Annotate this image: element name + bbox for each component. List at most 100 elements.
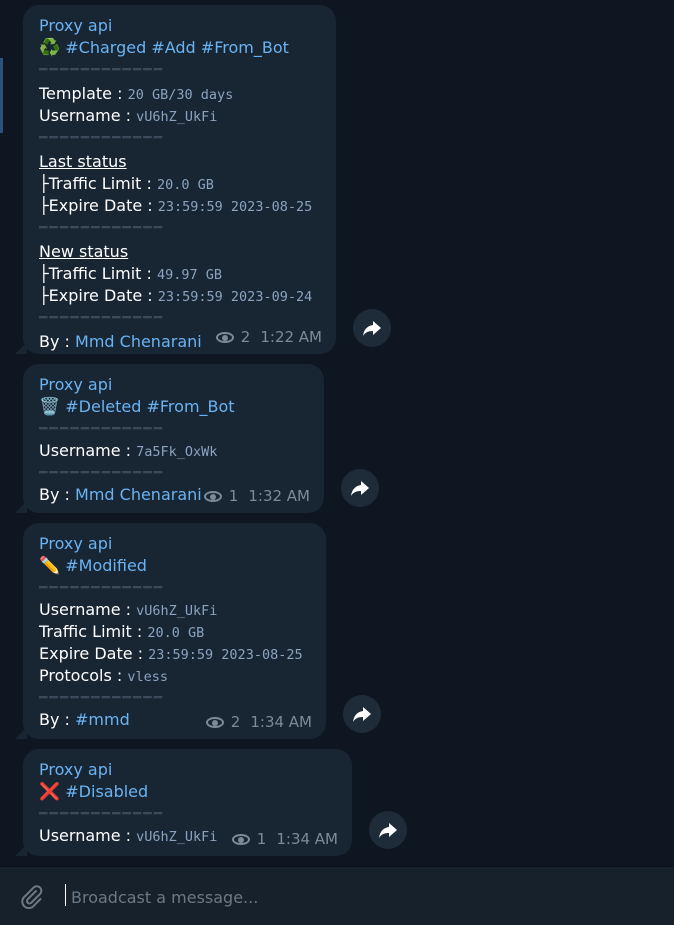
forward-button[interactable]	[353, 309, 391, 347]
separator: ━━━━━━━━━━━━	[39, 62, 165, 78]
last-status-heading: Last status	[39, 152, 127, 171]
message-bubble[interactable]: Proxy api ❌ #Disabled ━━━━━━━━━━━━ Usern…	[15, 749, 352, 856]
eye-icon	[231, 833, 250, 845]
new-expire-row: ├Expire Date : 23:59:59 2023-09-24	[39, 285, 320, 307]
forward-arrow-icon	[353, 707, 371, 722]
sender-name[interactable]: Proxy api	[39, 374, 308, 396]
new-traffic-row: ├Traffic Limit : 49.97 GB	[39, 263, 320, 285]
expire-value[interactable]: 23:59:59 2023-08-25	[148, 647, 302, 663]
new-traffic-value[interactable]: 49.97 GB	[157, 267, 222, 283]
last-traffic-value[interactable]: 20.0 GB	[157, 177, 214, 193]
last-expire-label: ├Expire Date :	[39, 196, 153, 215]
forward-button[interactable]	[369, 811, 407, 849]
message-time: 1:34 AM	[250, 713, 312, 731]
template-value[interactable]: 20 GB/30 days	[128, 87, 234, 103]
last-expire-row: ├Expire Date : 23:59:59 2023-08-25	[39, 195, 320, 217]
new-status-heading: New status	[39, 242, 129, 261]
username-value[interactable]: 7a5Fk_OxWk	[136, 444, 217, 460]
by-label: By :	[39, 332, 70, 351]
last-traffic-row: ├Traffic Limit : 20.0 GB	[39, 173, 320, 195]
expire-label: Expire Date :	[39, 644, 144, 663]
eye-icon	[215, 331, 234, 343]
username-label: Username :	[39, 106, 132, 125]
username-value[interactable]: vU6hZ_UkFi	[136, 829, 217, 845]
separator: ━━━━━━━━━━━━	[39, 130, 165, 146]
message-title: ✏️ #Modified	[39, 555, 310, 577]
hashtag-links[interactable]: #Disabled	[65, 782, 148, 801]
author-link[interactable]: Mmd Chenarani	[75, 332, 202, 351]
template-label: Template :	[39, 84, 123, 103]
cross-mark-icon: ❌	[39, 782, 61, 802]
view-count: 2	[230, 713, 241, 731]
separator: ━━━━━━━━━━━━	[39, 580, 165, 596]
broadcast-message-input[interactable]	[69, 881, 633, 913]
username-value[interactable]: vU6hZ_UkFi	[136, 109, 217, 125]
message-time: 1:34 AM	[276, 830, 338, 848]
sender-name[interactable]: Proxy api	[39, 533, 310, 555]
message-bubble[interactable]: Proxy api ♻️ #Charged #Add #From_Bot ━━━…	[15, 5, 336, 354]
message-title: ♻️ #Charged #Add #From_Bot	[39, 37, 320, 59]
message-bubble[interactable]: Proxy api ✏️ #Modified ━━━━━━━━━━━━ User…	[15, 523, 326, 739]
template-row: Template : 20 GB/30 days	[39, 83, 320, 105]
traffic-label: Traffic Limit :	[39, 622, 143, 641]
scroll-indicator	[0, 58, 3, 133]
text-caret	[65, 884, 66, 906]
protocols-row: Protocols : vless	[39, 665, 310, 687]
eye-icon	[205, 716, 224, 728]
message-bubble[interactable]: Proxy api 🗑️ #Deleted #From_Bot ━━━━━━━━…	[15, 364, 324, 513]
forward-button[interactable]	[341, 469, 379, 507]
message-time: 1:32 AM	[248, 487, 310, 505]
hashtag-links[interactable]: #Modified	[65, 556, 147, 575]
username-label: Username :	[39, 441, 132, 460]
recycle-icon: ♻️	[39, 38, 61, 58]
forward-arrow-icon	[379, 823, 397, 838]
protocols-label: Protocols :	[39, 666, 123, 685]
paperclip-icon[interactable]	[18, 883, 46, 911]
username-value[interactable]: vU6hZ_UkFi	[136, 603, 217, 619]
author-hashtag[interactable]: #mmd	[75, 710, 130, 729]
by-label: By :	[39, 710, 70, 729]
eye-icon	[203, 490, 222, 502]
message-meta: 2 1:22 AM	[215, 328, 322, 346]
separator: ━━━━━━━━━━━━	[39, 806, 165, 822]
new-expire-value[interactable]: 23:59:59 2023-09-24	[158, 289, 312, 305]
username-label: Username :	[39, 600, 132, 619]
message-meta: 2 1:34 AM	[205, 713, 312, 731]
separator: ━━━━━━━━━━━━	[39, 690, 165, 706]
message-title: ❌ #Disabled	[39, 781, 336, 803]
separator: ━━━━━━━━━━━━	[39, 220, 165, 236]
message-meta: 1 1:34 AM	[231, 830, 338, 848]
separator: ━━━━━━━━━━━━	[39, 465, 165, 481]
hashtag-links[interactable]: #Charged #Add #From_Bot	[65, 38, 289, 57]
traffic-row: Traffic Limit : 20.0 GB	[39, 621, 310, 643]
message-time: 1:22 AM	[260, 328, 322, 346]
message-list[interactable]: Proxy api ♻️ #Charged #Add #From_Bot ━━━…	[0, 0, 674, 866]
view-count: 2	[240, 328, 251, 346]
protocols-value[interactable]: vless	[127, 669, 168, 685]
pencil-icon: ✏️	[39, 556, 61, 576]
forward-arrow-icon	[363, 321, 381, 336]
view-count: 1	[256, 830, 267, 848]
separator: ━━━━━━━━━━━━	[39, 310, 165, 326]
forward-arrow-icon	[351, 481, 369, 496]
hashtag-links[interactable]: #Deleted #From_Bot	[65, 397, 234, 416]
expire-row: Expire Date : 23:59:59 2023-08-25	[39, 643, 310, 665]
author-link[interactable]: Mmd Chenarani	[75, 485, 202, 504]
bubble-tail	[15, 727, 27, 739]
by-label: By :	[39, 485, 70, 504]
bubble-tail	[15, 501, 27, 513]
bubble-tail	[15, 844, 27, 856]
traffic-value[interactable]: 20.0 GB	[147, 625, 204, 641]
sender-name[interactable]: Proxy api	[39, 759, 336, 781]
trash-icon: 🗑️	[39, 397, 61, 417]
last-traffic-label: ├Traffic Limit :	[39, 174, 152, 193]
last-expire-value[interactable]: 23:59:59 2023-08-25	[158, 199, 312, 215]
username-row: Username : 7a5Fk_OxWk	[39, 440, 308, 462]
new-traffic-label: ├Traffic Limit :	[39, 264, 152, 283]
username-label: Username :	[39, 826, 132, 845]
sender-name[interactable]: Proxy api	[39, 15, 320, 37]
forward-button[interactable]	[343, 695, 381, 733]
separator: ━━━━━━━━━━━━	[39, 421, 165, 437]
message-title: 🗑️ #Deleted #From_Bot	[39, 396, 308, 418]
bubble-tail	[15, 342, 27, 354]
